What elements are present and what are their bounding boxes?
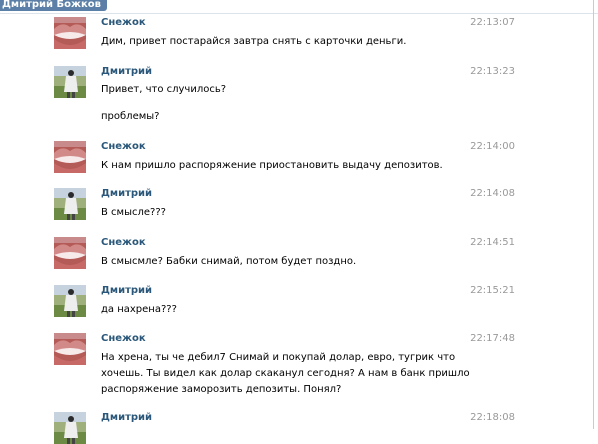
message-item: Снежок 22:14:00 К нам пришло распоряжени… bbox=[0, 141, 590, 181]
message-time: 22:13:07 bbox=[470, 17, 515, 28]
message-text: К нам пришло распоряжение приостановить … bbox=[101, 160, 443, 171]
message-text: На хрена, ты че дебил7 Снимай и покупай … bbox=[101, 352, 470, 395]
message-text: В смысмле? Бабки снимай, потом будет поз… bbox=[101, 256, 357, 267]
message-time: 22:14:08 bbox=[470, 188, 515, 199]
message-author[interactable]: Снежок bbox=[101, 141, 146, 152]
message-time: 22:14:51 bbox=[470, 237, 515, 248]
message-author[interactable]: Снежок bbox=[101, 237, 146, 248]
message-feed: Снежок 22:13:07 Дим, привет постарайся з… bbox=[0, 0, 590, 444]
message-item: Дмитрий 22:18:08 bbox=[0, 412, 590, 444]
person-avatar-icon[interactable] bbox=[54, 66, 86, 98]
message-author[interactable]: Дмитрий bbox=[101, 412, 152, 423]
message-item: Снежок 22:13:07 Дим, привет постарайся з… bbox=[0, 17, 590, 57]
message-item: Дмитрий 22:15:21 да нахрена??? bbox=[0, 285, 590, 325]
page-right-border bbox=[593, 0, 594, 429]
message-time: 22:13:23 bbox=[470, 66, 515, 77]
person-avatar-icon[interactable] bbox=[54, 188, 86, 220]
lips-avatar-icon[interactable] bbox=[54, 17, 86, 49]
message-author[interactable]: Дмитрий bbox=[101, 66, 152, 77]
message-text: проблемы? bbox=[101, 111, 160, 122]
message-time: 22:15:21 bbox=[470, 285, 515, 296]
message-author[interactable]: Дмитрий bbox=[101, 285, 152, 296]
message-time: 22:17:48 bbox=[470, 333, 515, 344]
message-author[interactable]: Снежок bbox=[101, 333, 146, 344]
message-text: Дим, привет постарайся завтра снять с ка… bbox=[101, 36, 407, 47]
message-time: 22:18:08 bbox=[470, 412, 515, 423]
message-text: да нахрена??? bbox=[101, 304, 177, 315]
message-item: Снежок 22:14:51 В смысмле? Бабки снимай,… bbox=[0, 237, 590, 277]
person-avatar-icon[interactable] bbox=[54, 412, 86, 444]
message-author[interactable]: Дмитрий bbox=[101, 188, 152, 199]
message-item: Дмитрий 22:14:08 В смысле??? bbox=[0, 188, 590, 228]
message-time: 22:14:00 bbox=[470, 141, 515, 152]
message-item: Снежок 22:17:48 На хрена, ты че дебил7 С… bbox=[0, 333, 590, 403]
lips-avatar-icon[interactable] bbox=[54, 333, 86, 365]
lips-avatar-icon[interactable] bbox=[54, 141, 86, 173]
message-author[interactable]: Снежок bbox=[101, 17, 146, 28]
lips-avatar-icon[interactable] bbox=[54, 237, 86, 269]
person-avatar-icon[interactable] bbox=[54, 285, 86, 317]
message-item: Дмитрий 22:13:23 Привет, что случилось? … bbox=[0, 66, 590, 128]
message-text: В смысле??? bbox=[101, 207, 166, 218]
message-text: Привет, что случилось? bbox=[101, 84, 227, 95]
